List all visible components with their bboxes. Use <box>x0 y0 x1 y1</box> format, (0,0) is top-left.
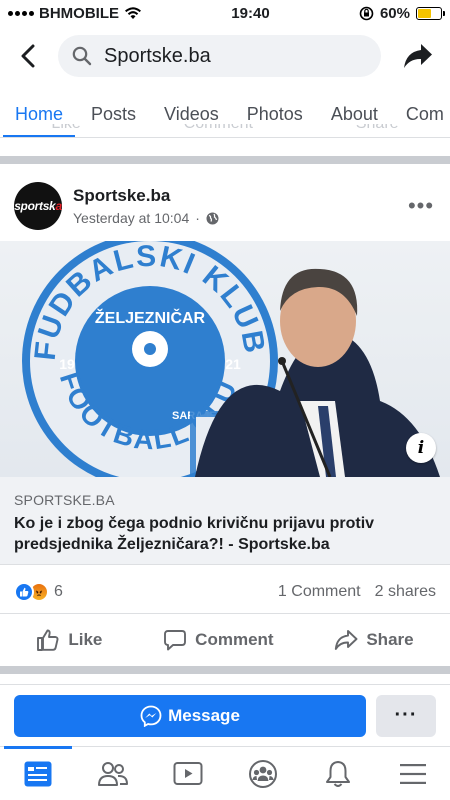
link-domain: SPORTSKE.BA <box>14 492 115 508</box>
back-button[interactable] <box>12 36 44 76</box>
message-button[interactable]: Message <box>14 694 366 737</box>
messenger-icon <box>140 705 162 727</box>
hamburger-menu-icon <box>399 763 426 784</box>
bottom-navigation <box>0 745 450 800</box>
nav-watch[interactable] <box>158 747 218 800</box>
message-bar: Message ··· <box>0 684 450 746</box>
signal-icon <box>8 10 34 16</box>
previous-like-button[interactable]: Like <box>51 124 80 142</box>
friends-icon <box>97 761 128 786</box>
search-icon <box>72 46 92 66</box>
avatar-text-accent: a <box>55 199 62 213</box>
page-name[interactable]: Sportske.ba <box>73 186 219 206</box>
orientation-lock-icon <box>359 6 374 20</box>
like-reaction-icon <box>14 582 34 602</box>
feed-separator-2 <box>0 666 450 674</box>
post-stats: 1 Comment 2 shares <box>278 583 436 601</box>
avatar-text: sportsk <box>14 199 56 213</box>
previous-share-label: Share <box>356 124 399 132</box>
link-preview[interactable]: SPORTSKE.BA Ko je i zbog čega podnio kri… <box>0 477 450 565</box>
crest-year-left: 19 <box>59 356 75 372</box>
post-time-text: Yesterday at 10:04 <box>73 210 190 226</box>
carrier-name: BHMOBILE <box>39 4 119 22</box>
like-button[interactable]: Like <box>36 628 102 652</box>
watch-video-icon <box>173 761 202 785</box>
nav-friends[interactable] <box>83 747 143 800</box>
comment-label: Comment <box>195 629 274 649</box>
search-text: Sportske.ba <box>104 44 211 67</box>
share-button[interactable]: Share <box>334 628 414 652</box>
info-button[interactable]: i <box>406 433 436 463</box>
previous-share-button[interactable]: Share <box>356 124 399 142</box>
share-count[interactable]: 2 shares <box>375 583 436 601</box>
thumbs-up-icon <box>37 629 59 651</box>
comment-count[interactable]: 1 Comment <box>278 583 361 601</box>
back-arrow-icon <box>21 44 35 68</box>
post-meta: Sportske.ba Yesterday at 10:04 · <box>73 186 219 226</box>
post-action-bar: Like Comment Share <box>0 613 450 665</box>
wifi-icon <box>125 7 141 19</box>
battery-icon <box>416 6 445 20</box>
header: Sportske.ba <box>0 30 450 82</box>
status-bar: BHMOBILE 19:40 60% <box>0 0 450 26</box>
battery-fill <box>418 8 432 18</box>
club-crest-photo: FUDBALSKI KLUB FOOTBALL CLUB ŽELJEZNIČAR… <box>0 241 440 477</box>
previous-like-label: Like <box>51 124 80 132</box>
link-title: Ko je i zbog čega podnio krivičnu prijav… <box>14 515 375 553</box>
reactions-row: 6 1 Comment 2 shares <box>0 577 450 607</box>
clock: 19:40 <box>231 4 270 22</box>
crest-club-name: ŽELJEZNIČAR <box>95 308 206 327</box>
reaction-count[interactable]: 6 <box>54 583 63 601</box>
status-left: BHMOBILE <box>8 5 142 22</box>
message-label: Message <box>168 705 240 725</box>
share-arrow-icon <box>404 44 432 68</box>
post-timestamp[interactable]: Yesterday at 10:04 · <box>73 210 219 226</box>
share-page-button[interactable] <box>398 36 438 76</box>
nav-notifications[interactable] <box>308 747 368 800</box>
nav-menu[interactable] <box>383 747 443 800</box>
previous-comment-button[interactable]: Comment <box>184 124 253 142</box>
search-input[interactable]: Sportske.ba <box>58 35 381 77</box>
crest-year-right: 21 <box>225 356 241 372</box>
globe-icon <box>206 212 219 224</box>
comment-icon <box>164 629 187 650</box>
previous-post-actions: Like Comment Share <box>0 124 450 142</box>
feed-separator <box>0 156 450 164</box>
nav-news-feed[interactable] <box>3 745 72 800</box>
nav-groups[interactable] <box>233 747 293 800</box>
like-label: Like <box>68 629 103 649</box>
reaction-icons[interactable] <box>14 582 49 602</box>
bell-icon <box>325 760 350 787</box>
share-icon <box>335 629 358 650</box>
post-image[interactable]: FUDBALSKI KLUB FOOTBALL CLUB ŽELJEZNIČAR… <box>0 241 450 477</box>
status-right: 60% <box>359 4 445 22</box>
avatar[interactable]: sportsk a <box>14 182 62 230</box>
news-feed-icon <box>24 761 51 786</box>
post-header: sportsk a Sportske.ba Yesterday at 10:04 … <box>0 178 450 234</box>
more-options-button[interactable]: ··· <box>376 694 436 737</box>
previous-comment-label: Comment <box>184 124 253 132</box>
comment-button[interactable]: Comment <box>163 628 274 652</box>
time-separator: · <box>195 210 200 226</box>
battery-percent: 60% <box>379 4 410 22</box>
post-options-button[interactable]: ••• <box>406 193 436 219</box>
share-label: Share <box>366 629 414 649</box>
groups-icon <box>248 759 277 788</box>
